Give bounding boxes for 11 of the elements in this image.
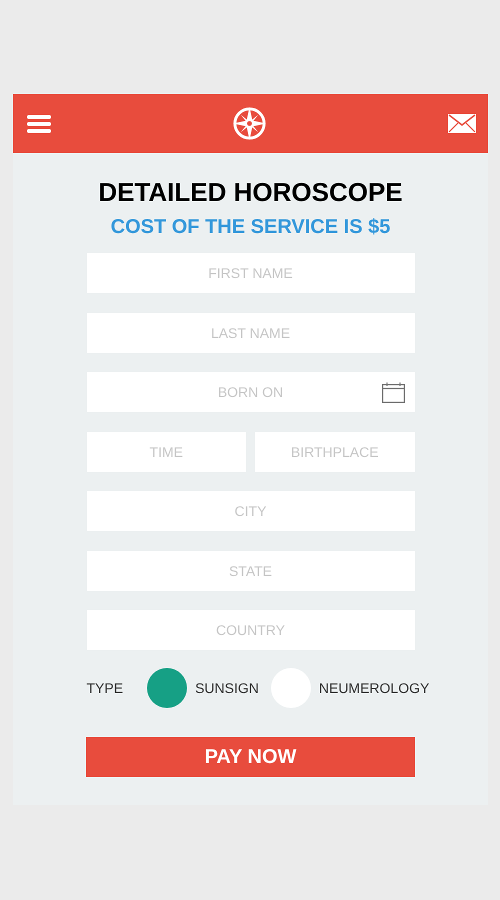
- menu-icon[interactable]: [27, 114, 51, 134]
- radio-label[interactable]: NEUMEROLOGY: [318, 680, 430, 696]
- pay-now-button[interactable]: PAY NOW: [86, 737, 415, 777]
- page-title: DETAILED HOROSCOPE: [97, 177, 404, 208]
- mail-icon[interactable]: [448, 114, 476, 133]
- type-label: TYPE: [86, 680, 124, 696]
- calendar-icon[interactable]: [382, 382, 404, 403]
- compass-icon: [232, 106, 267, 141]
- cost-text: COST OF THE SERVICE IS $5: [110, 216, 392, 239]
- radio-label[interactable]: SUNSIGN: [195, 680, 259, 696]
- radio-button[interactable]: [147, 668, 188, 708]
